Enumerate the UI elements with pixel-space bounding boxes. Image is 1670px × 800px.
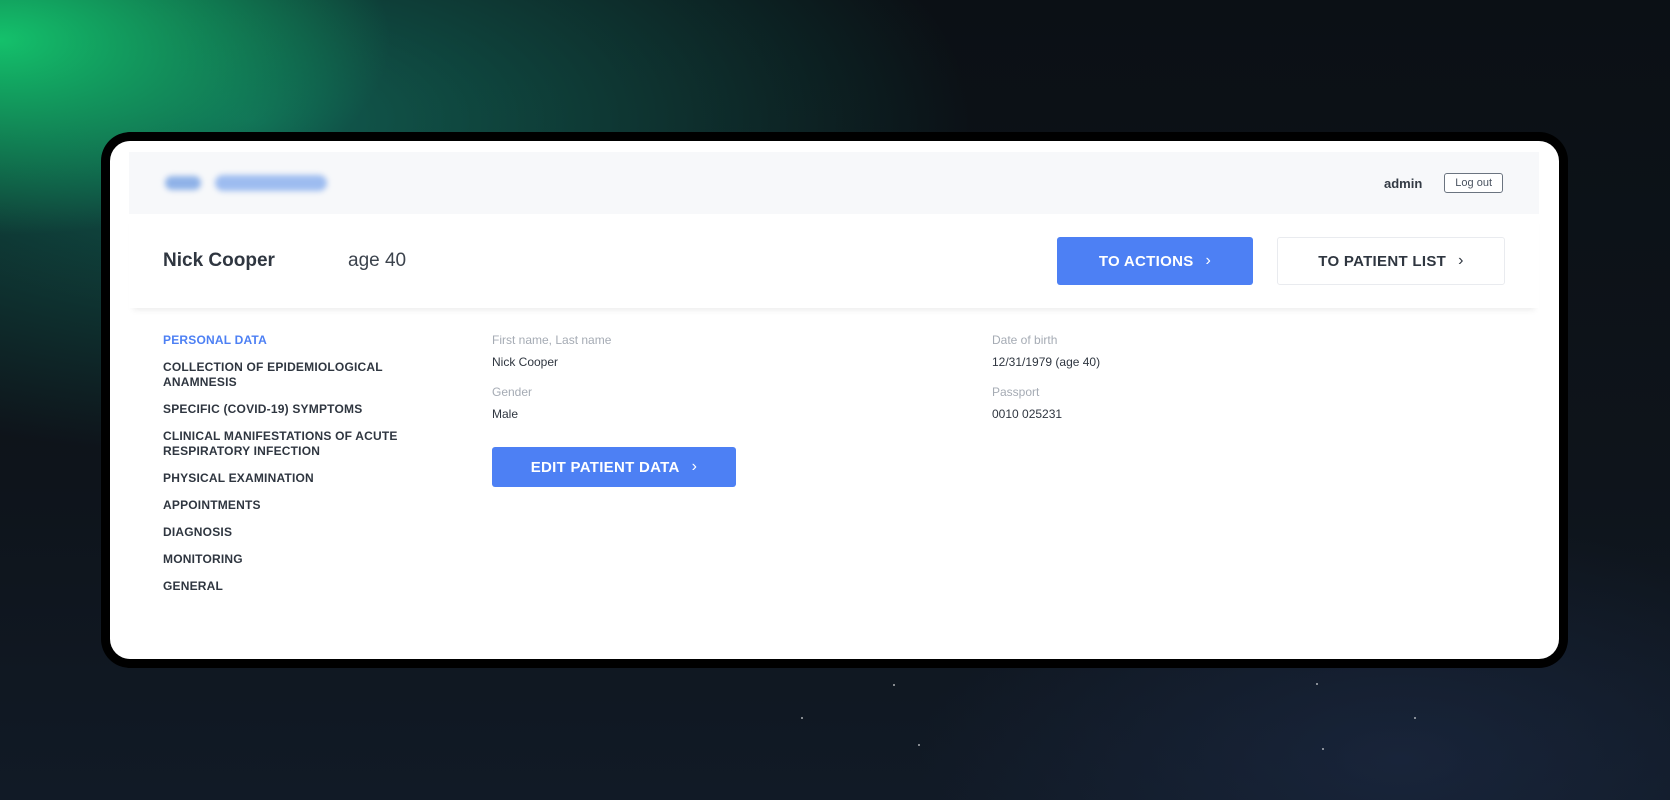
gender-label: Gender (492, 385, 533, 399)
edit-patient-data-label: EDIT PATIENT DATA (530, 458, 680, 476)
logo-mark-icon (165, 176, 201, 190)
top-navbar: admin Log out (129, 152, 1539, 214)
nav-item-appointments[interactable]: APPOINTMENTS (163, 498, 453, 513)
patient-name: Nick Cooper (163, 250, 275, 271)
star-dot (1358, 664, 1360, 666)
nav-item-diagnosis[interactable]: DIAGNOSIS (163, 525, 453, 540)
dob-label: Date of birth (992, 333, 1058, 347)
gender-value: Male (492, 407, 519, 421)
star-dot (1444, 662, 1446, 664)
gender-field: Gender Male (492, 385, 532, 421)
star-dot (1414, 717, 1416, 719)
dob-field: Date of birth 12/31/1979 (age 40) (992, 333, 1100, 369)
patient-age: age 40 (348, 250, 407, 271)
nav-item-personal-data[interactable]: PERSONAL DATA (163, 333, 453, 348)
patient-header: Nick Cooper age 40 TO ACTIONS › TO PATIE… (129, 214, 1539, 308)
chevron-right-icon: › (1458, 252, 1464, 269)
to-patient-list-button[interactable]: TO PATIENT LIST › (1277, 237, 1505, 285)
chevron-right-icon: › (691, 458, 698, 475)
nav-item-physical-examination[interactable]: PHYSICAL EXAMINATION (163, 471, 453, 486)
section-nav: PERSONAL DATA COLLECTION OF EPIDEMIOLOGI… (163, 333, 453, 606)
nav-item-general[interactable]: GENERAL (163, 579, 453, 594)
nav-item-acute-respiratory-infection[interactable]: CLINICAL MANIFESTATIONS OF ACUTE RESPIRA… (163, 429, 453, 459)
username: admin (1384, 175, 1423, 191)
star-dot (918, 744, 920, 746)
full-name-label: First name, Last name (492, 333, 612, 347)
logo-wordmark (215, 175, 327, 191)
star-dot (801, 717, 803, 719)
nav-item-monitoring[interactable]: MONITORING (163, 552, 453, 567)
to-actions-button[interactable]: TO ACTIONS › (1057, 237, 1253, 285)
to-actions-label: TO ACTIONS (1098, 252, 1194, 270)
nav-item-epidemiological-anamnesis[interactable]: COLLECTION OF EPIDEMIOLOGICAL ANAMNESIS (163, 360, 453, 390)
passport-field: Passport 0010 025231 (992, 385, 1062, 421)
logout-button[interactable]: Log out (1444, 173, 1503, 193)
user-area: admin Log out (1384, 173, 1503, 193)
star-dot (1316, 683, 1318, 685)
main-content: PERSONAL DATA COLLECTION OF EPIDEMIOLOGI… (163, 333, 1533, 633)
star-dot (1322, 748, 1324, 750)
star-dot (893, 684, 895, 686)
app-logo[interactable] (165, 175, 327, 191)
full-name-value: Nick Cooper (492, 355, 559, 369)
edit-patient-data-button[interactable]: EDIT PATIENT DATA › (492, 447, 736, 487)
to-patient-list-label: TO PATIENT LIST (1318, 252, 1447, 270)
chevron-right-icon: › (1205, 252, 1212, 269)
nav-item-covid-symptoms[interactable]: SPECIFIC (COVID-19) SYMPTOMS (163, 402, 453, 417)
full-name-field: First name, Last name Nick Cooper (492, 333, 611, 369)
dob-value: 12/31/1979 (age 40) (992, 355, 1101, 369)
app-window: admin Log out Nick Cooper age 40 TO ACTI… (110, 141, 1559, 659)
passport-value: 0010 025231 (992, 407, 1063, 421)
passport-label: Passport (992, 385, 1040, 399)
header-actions: TO ACTIONS › TO PATIENT LIST › (1057, 237, 1505, 285)
